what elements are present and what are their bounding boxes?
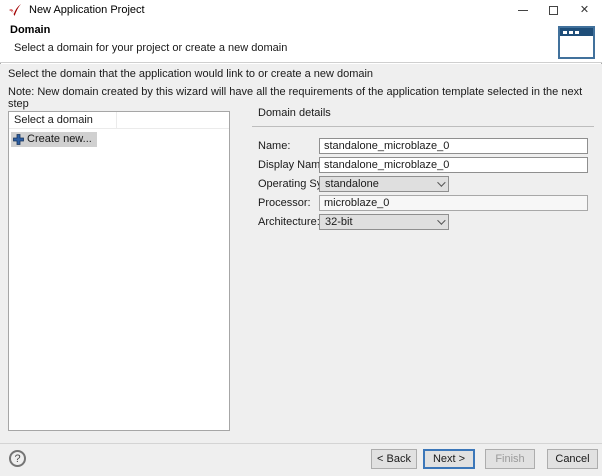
processor-label: Processor:	[258, 197, 311, 209]
architecture-label: Architecture:	[258, 216, 320, 228]
name-field[interactable]	[319, 138, 588, 154]
chevron-down-icon	[437, 178, 445, 186]
new-application-project-dialog: New Application Project ✕ Domain Select …	[0, 0, 602, 476]
instruction-text: Select the domain that the application w…	[8, 68, 373, 80]
architecture-value: 32-bit	[325, 216, 353, 228]
close-icon: ✕	[580, 5, 589, 16]
operating-system-value: standalone	[325, 178, 379, 190]
maximize-icon	[549, 6, 558, 15]
wizard-page-title: Domain	[10, 24, 50, 36]
domain-details-title: Domain details	[258, 107, 331, 119]
back-button[interactable]: < Back	[371, 449, 417, 469]
list-item-create-new[interactable]: Create new...	[11, 132, 97, 147]
domain-list: Select a domain Create new...	[8, 111, 230, 431]
domain-list-header: Select a domain	[9, 112, 229, 129]
wizard-page-subtitle: Select a domain for your project or crea…	[14, 42, 287, 54]
list-item-label: Create new...	[27, 133, 92, 145]
new-window-icon	[558, 26, 595, 59]
cancel-button[interactable]: Cancel	[547, 449, 598, 469]
button-bar: ? < Back Next > Finish Cancel	[0, 444, 602, 476]
xilinx-logo-icon	[8, 3, 22, 17]
architecture-dropdown[interactable]: 32-bit	[319, 214, 449, 230]
close-button[interactable]: ✕	[569, 0, 600, 20]
chevron-down-icon	[437, 216, 445, 224]
next-button[interactable]: Next >	[423, 449, 475, 469]
minimize-button[interactable]	[507, 0, 538, 20]
details-separator	[252, 126, 594, 127]
help-icon: ?	[14, 453, 20, 465]
name-label: Name:	[258, 140, 290, 152]
operating-system-dropdown[interactable]: standalone	[319, 176, 449, 192]
plus-icon	[13, 134, 24, 145]
title-bar: New Application Project ✕	[0, 0, 602, 20]
maximize-button[interactable]	[538, 0, 569, 20]
minimize-icon	[518, 10, 528, 11]
display-name-field[interactable]	[319, 157, 588, 173]
processor-field[interactable]	[319, 195, 588, 211]
window-title: New Application Project	[29, 4, 145, 16]
wizard-body: Select the domain that the application w…	[0, 64, 602, 443]
help-button[interactable]: ?	[9, 450, 26, 467]
finish-button[interactable]: Finish	[485, 449, 535, 469]
wizard-banner: Domain Select a domain for your project …	[0, 20, 602, 63]
